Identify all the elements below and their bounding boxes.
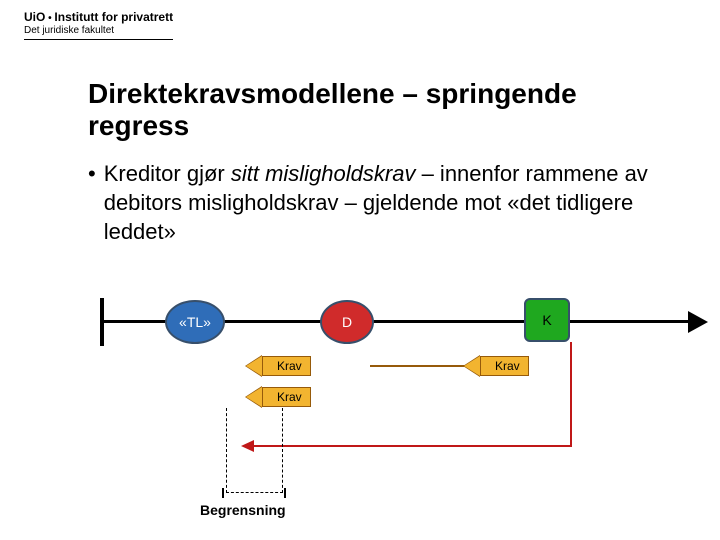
limit-dash-right	[282, 408, 283, 493]
uio-label: UiO	[24, 10, 45, 24]
node-d: D	[320, 300, 374, 344]
node-tl: «TL»	[165, 300, 225, 344]
timeline-arrowhead-icon	[688, 311, 708, 333]
bullet-italic: sitt misligholdskrav	[231, 161, 416, 186]
krav-label-2: Krav	[480, 356, 529, 376]
limit-tick-right	[284, 488, 286, 498]
institute-label: Institutt for privatrett	[54, 10, 173, 24]
red-connector-vertical	[570, 342, 572, 447]
krav-label-3: Krav	[262, 387, 311, 407]
limit-dash-left	[226, 408, 227, 493]
bullet-dot-icon: •	[88, 160, 96, 189]
node-k: K	[524, 298, 570, 342]
diagram: «TL» D K Krav Krav Krav Begrensning	[0, 270, 720, 530]
krav-arrow-icon	[464, 356, 480, 376]
begrensning-label: Begrensning	[200, 502, 286, 518]
limit-tick-left	[222, 488, 224, 498]
institution-logo: UiO • Institutt for privatrett Det jurid…	[24, 10, 173, 40]
krav-arrow-icon	[246, 356, 262, 376]
page-title: Direktekravsmodellene – springende regre…	[88, 78, 670, 142]
bullet-text: Kreditor gjør sitt misligholdskrav – inn…	[104, 160, 670, 246]
bullet-item: • Kreditor gjør sitt misligholdskrav – i…	[88, 160, 670, 246]
krav-connector-line	[370, 365, 465, 367]
red-connector-horizontal	[253, 445, 571, 447]
krav-arrow-icon	[246, 387, 262, 407]
faculty-label: Det juridiske fakultet	[24, 25, 173, 40]
limit-dash-bottom	[226, 492, 283, 493]
bullet-lead: Kreditor gjør	[104, 161, 231, 186]
krav-label-1: Krav	[262, 356, 311, 376]
red-arrowhead-icon	[241, 440, 254, 452]
